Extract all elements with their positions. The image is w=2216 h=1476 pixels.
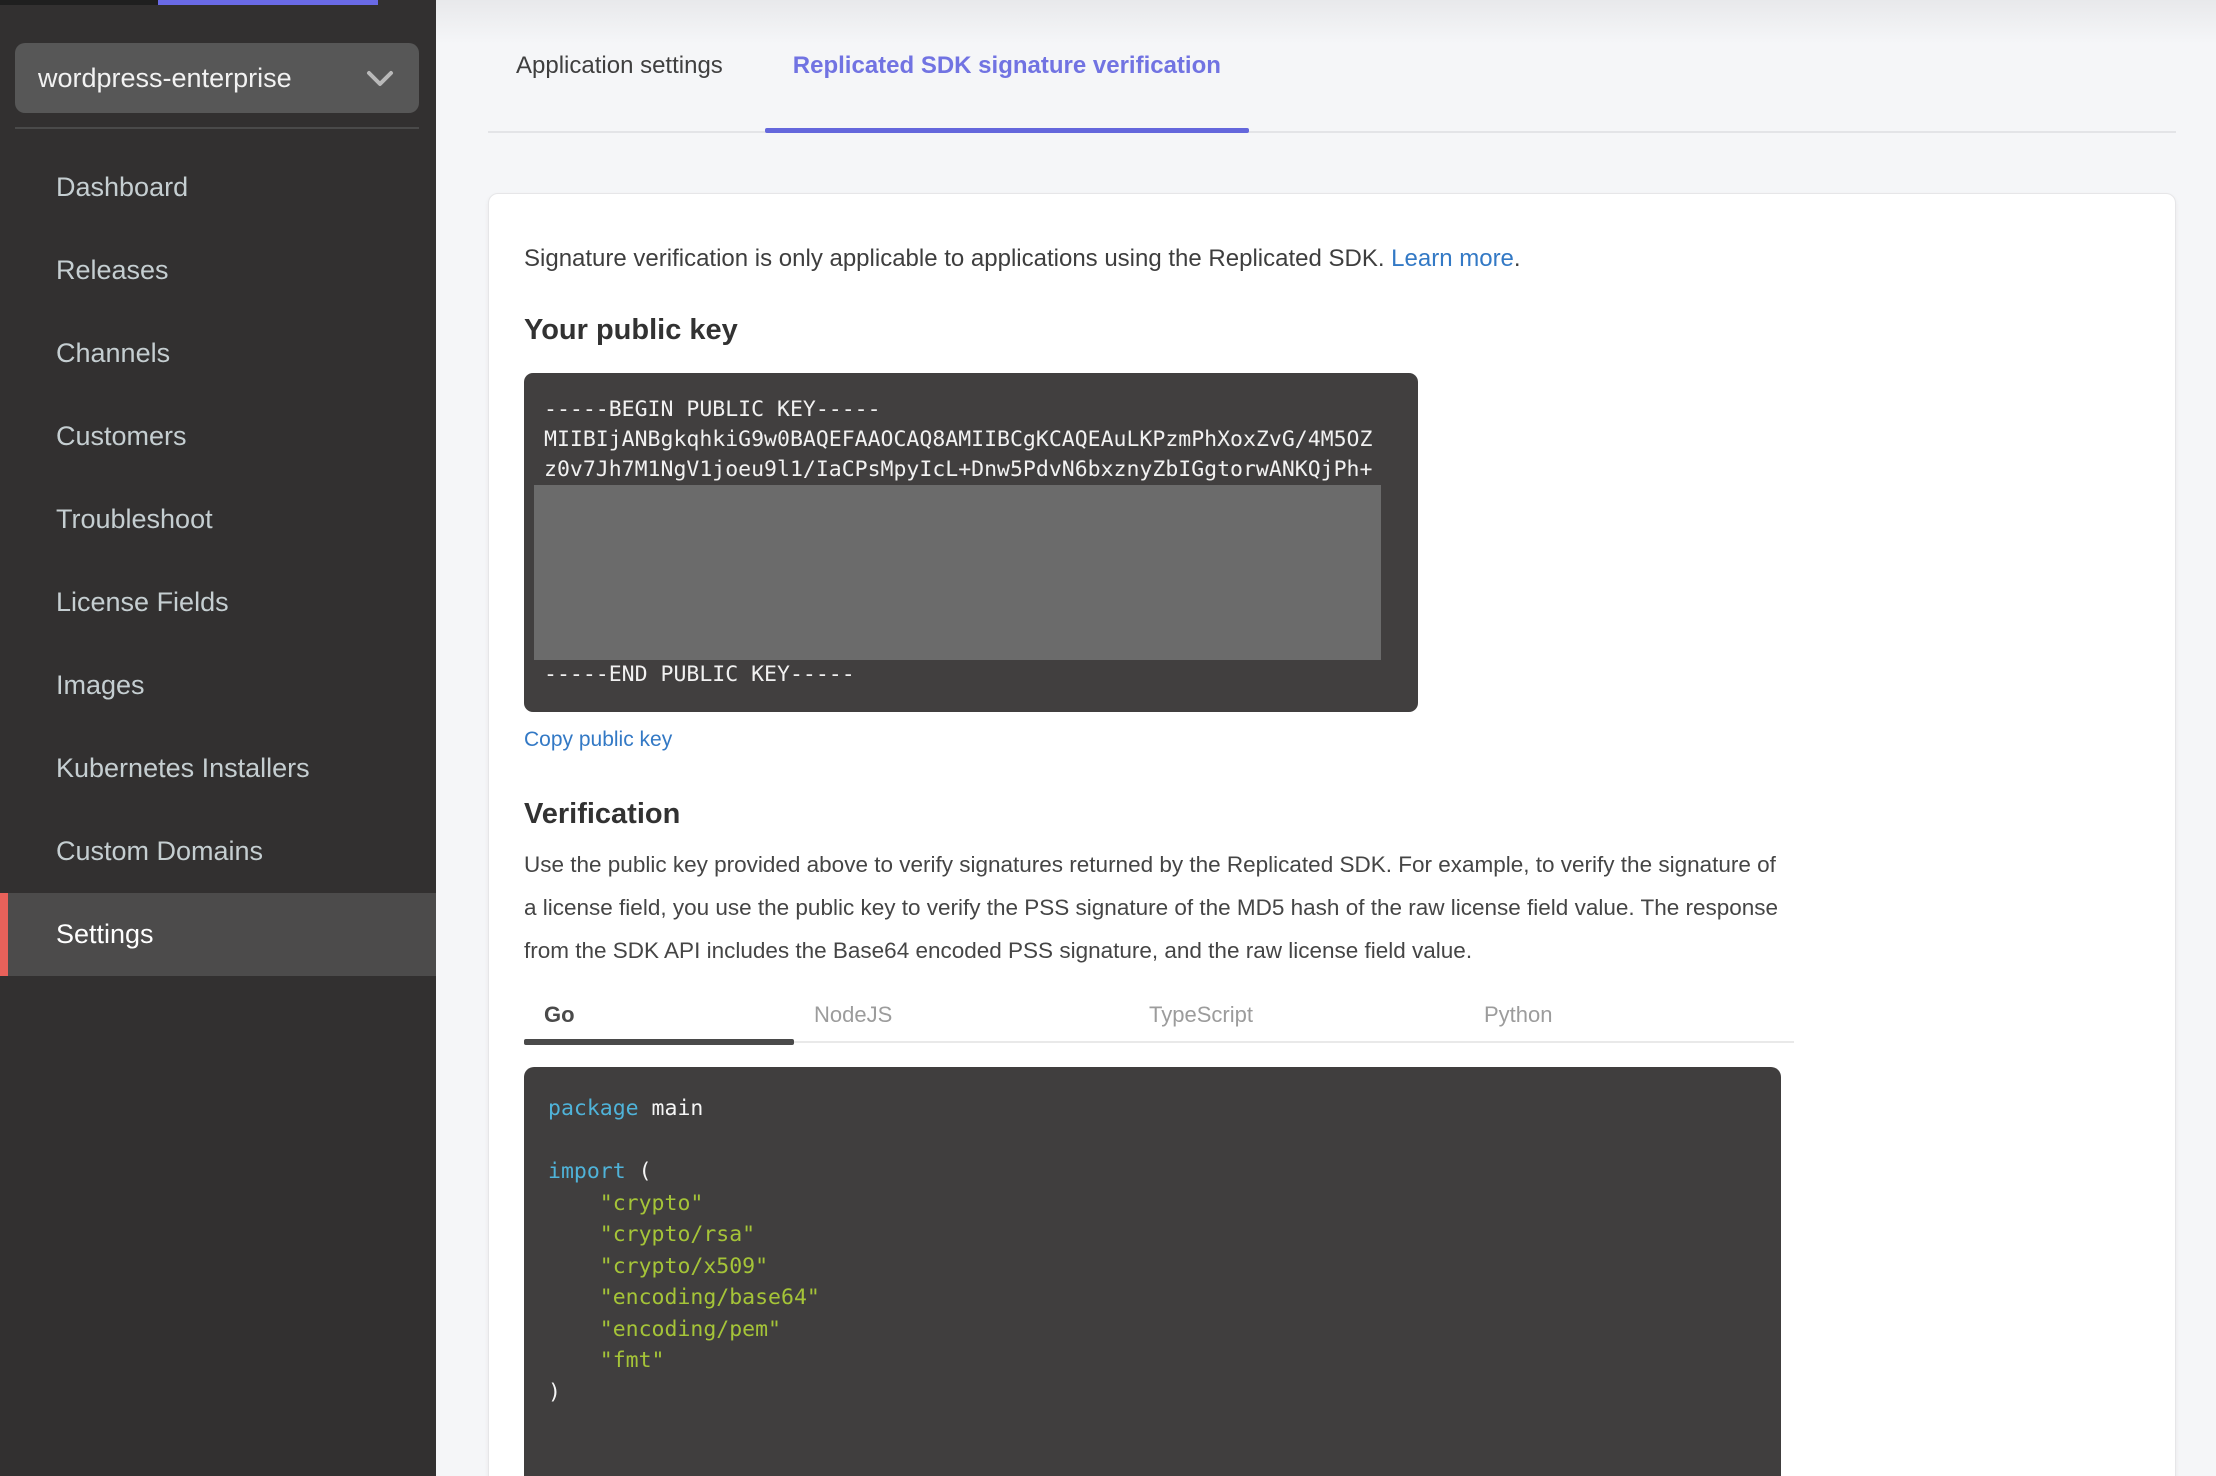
public-key-line: z0v7Jh7M1NgV1joeu9l1/IaCPsMpyIcL+Dnw5Pdv… — [544, 457, 1373, 482]
public-key-line: MIIBIjANBgkqhkiG9w0BAQEFAAOCAQ8AMIIBCgKC… — [544, 427, 1373, 452]
public-key-redacted-region — [534, 485, 1381, 660]
verification-description: Use the public key provided above to ver… — [524, 852, 1779, 963]
copy-public-key-link[interactable]: Copy public key — [524, 728, 672, 752]
code-language-tabs: Go NodeJS TypeScript Python — [524, 988, 1794, 1045]
code-line: "encoding/base64" — [599, 1285, 820, 1310]
language-tab-go[interactable]: Go — [524, 988, 794, 1045]
settings-card: Signature verification is only applicabl… — [488, 193, 2176, 1476]
top-strip-dark-segment — [0, 0, 158, 5]
sidebar-item-images[interactable]: Images — [0, 644, 436, 727]
top-loading-strip — [0, 0, 2216, 5]
code-line: "crypto" — [599, 1190, 704, 1216]
language-tab-python[interactable]: Python — [1464, 988, 1794, 1041]
sidebar-item-custom-domains[interactable]: Custom Domains — [0, 810, 436, 893]
code-line: "fmt" — [599, 1348, 665, 1373]
code-line: ) — [548, 1379, 561, 1405]
public-key-lines-top: -----BEGIN PUBLIC KEY----- MIIBIjANBgkqhk… — [544, 395, 1398, 485]
app-selector-value: wordpress-enterprise — [38, 62, 292, 93]
sidebar-item-license-fields[interactable]: License Fields — [0, 561, 436, 644]
learn-more-link[interactable]: Learn more — [1391, 245, 1514, 272]
chevron-down-icon — [363, 61, 397, 95]
language-tab-typescript[interactable]: TypeScript — [1129, 988, 1464, 1041]
sidebar-item-dashboard[interactable]: Dashboard — [0, 146, 436, 229]
sidebar-item-customers[interactable]: Customers — [0, 395, 436, 478]
intro-text-suffix: . — [1513, 245, 1521, 272]
sidebar-item-channels[interactable]: Channels — [0, 312, 436, 395]
verification-heading: Verification — [524, 798, 681, 830]
intro-text-main: Signature verification is only applicabl… — [524, 245, 1385, 272]
sidebar-item-kubernetes-installers[interactable]: Kubernetes Installers — [0, 727, 436, 810]
code-line: package main — [548, 1096, 704, 1121]
public-key-line: -----BEGIN PUBLIC KEY----- — [544, 397, 881, 422]
sidebar-item-settings[interactable]: Settings — [0, 893, 436, 976]
settings-tabs: Application settings Replicated SDK signa… — [488, 0, 2176, 133]
main-content: Application settings Replicated SDK signa… — [436, 0, 2216, 1476]
sidebar-divider — [15, 127, 419, 129]
public-key-end-line: -----END PUBLIC KEY----- — [544, 662, 855, 687]
sidebar-item-releases[interactable]: Releases — [0, 229, 436, 312]
sidebar: wordpress-enterprise Dashboard Releases Ch… — [0, 0, 436, 1476]
code-line: import ( — [548, 1159, 652, 1184]
public-key-textarea[interactable]: -----BEGIN PUBLIC KEY----- MIIBIjANBgkqhk… — [524, 373, 1418, 712]
app-selector-dropdown[interactable]: wordpress-enterprise — [15, 43, 419, 113]
code-line: "encoding/pem" — [599, 1316, 781, 1342]
tab-application-settings[interactable]: Application settings — [488, 0, 751, 131]
top-strip-progress-bar — [158, 0, 378, 5]
public-key-heading: Your public key — [524, 314, 738, 346]
code-line: "crypto/rsa" — [599, 1222, 756, 1247]
intro-text: Signature verification is only applicabl… — [524, 242, 2175, 276]
sidebar-nav: Dashboard Releases Channels Customers Troubl… — [0, 146, 436, 976]
language-tab-nodejs[interactable]: NodeJS — [794, 988, 1129, 1041]
code-line: "crypto/x509" — [599, 1253, 769, 1279]
code-block: package main import ( "crypto" "crypto/r… — [524, 1067, 1781, 1476]
tab-replicated-sdk-signature-verification[interactable]: Replicated SDK signature verification — [764, 0, 1250, 133]
sidebar-item-troubleshoot[interactable]: Troubleshoot — [0, 478, 436, 561]
